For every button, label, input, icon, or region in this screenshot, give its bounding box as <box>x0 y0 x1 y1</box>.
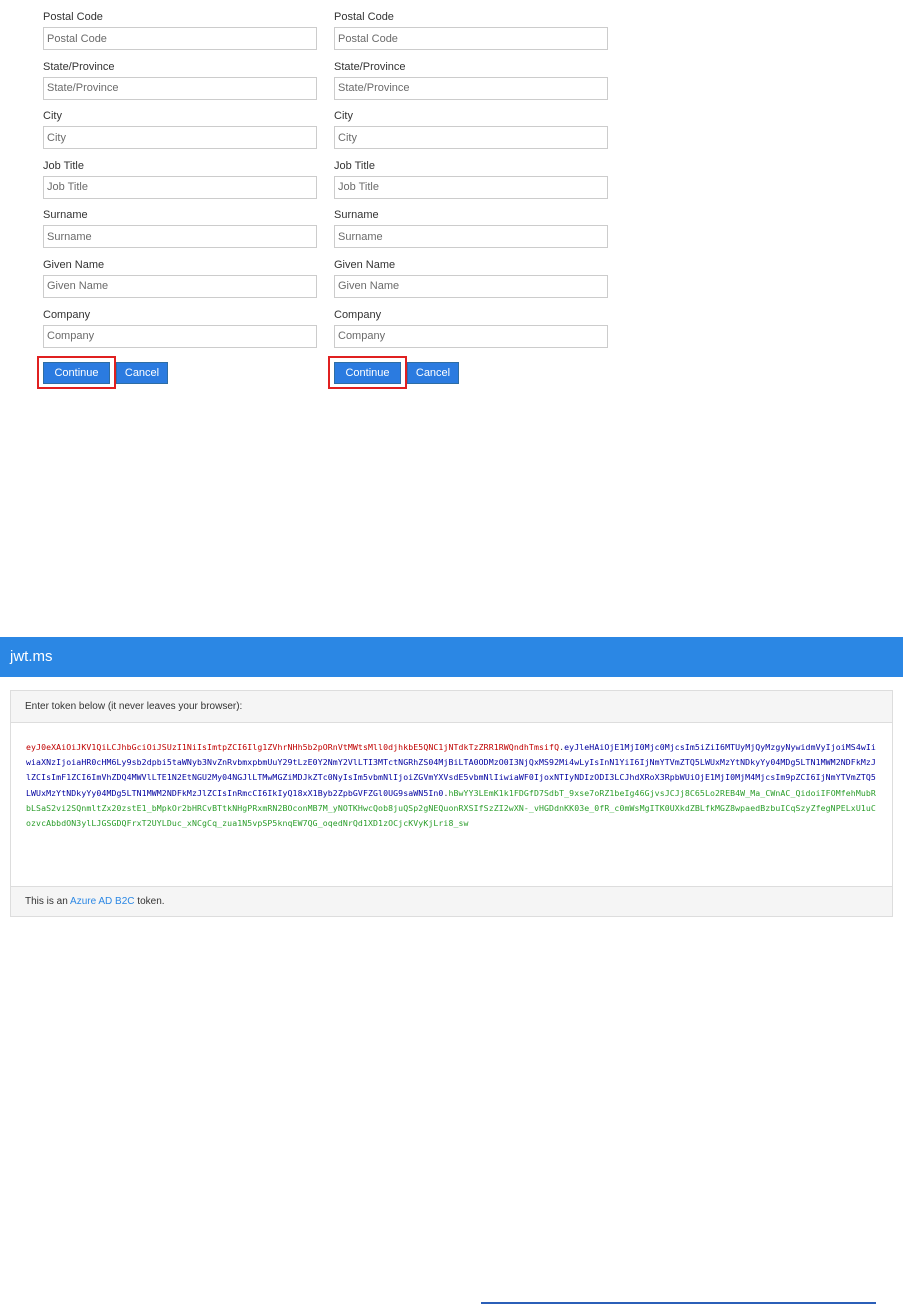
token-input[interactable]: eyJ0eXAiOiJKV1QiLCJhbGciOiJSUzI1NiIsImtp… <box>11 723 892 868</box>
given-name-field-group: Given Name <box>334 258 608 308</box>
given-name-label: Given Name <box>43 258 105 271</box>
surname-label: Surname <box>43 209 88 222</box>
continue-button[interactable]: Continue <box>43 362 110 384</box>
city-label: City <box>334 110 353 123</box>
surname-field-group: Surname <box>43 208 317 258</box>
state-province-label: State/Province <box>334 60 406 73</box>
postal-code-field-group: Postal Code <box>334 10 608 60</box>
company-input[interactable] <box>334 324 608 348</box>
city-label: City <box>43 110 62 123</box>
job-title-field-group: Job Title <box>334 159 608 209</box>
city-field-group: City <box>43 109 317 159</box>
given-name-label: Given Name <box>334 258 396 271</box>
job-title-label: Job Title <box>43 159 84 172</box>
job-title-label: Job Title <box>334 159 375 172</box>
state-province-label: State/Province <box>43 60 115 73</box>
postal-code-field-group: Postal Code <box>43 10 317 60</box>
token-type-footer: This is an Azure AD B2C token. <box>11 886 892 916</box>
surname-field-group: Surname <box>334 208 608 258</box>
footer-prefix: This is an <box>25 896 71 907</box>
given-name-input[interactable] <box>43 274 317 298</box>
city-field-group: City <box>334 109 608 159</box>
token-panel: Enter token below (it never leaves your … <box>10 690 893 917</box>
city-input[interactable] <box>334 126 608 150</box>
app-title[interactable]: jwt.ms <box>10 648 53 666</box>
given-name-input[interactable] <box>334 274 608 298</box>
state-province-input[interactable] <box>43 76 317 100</box>
bottom-divider <box>481 1302 876 1304</box>
job-title-input[interactable] <box>334 175 608 199</box>
surname-input[interactable] <box>334 225 608 249</box>
postal-code-label: Postal Code <box>334 11 394 23</box>
given-name-field-group: Given Name <box>43 258 317 308</box>
job-title-input[interactable] <box>43 175 317 199</box>
footer-suffix: token. <box>134 896 165 907</box>
token-header-segment: eyJ0eXAiOiJKV1QiLCJhbGciOiJSUzI1NiIsImtp… <box>26 742 560 752</box>
state-province-field-group: State/Province <box>334 60 608 110</box>
continue-button[interactable]: Continue <box>334 362 401 384</box>
azure-ad-b2c-link[interactable]: Azure AD B2C <box>70 896 134 907</box>
company-label: Company <box>334 308 382 321</box>
city-input[interactable] <box>43 126 317 150</box>
token-prompt: Enter token below (it never leaves your … <box>11 691 892 723</box>
signup-form-left: Postal Code State/Province City Job Titl… <box>43 10 317 357</box>
company-input[interactable] <box>43 324 317 348</box>
signup-form-right: Postal Code State/Province City Job Titl… <box>334 10 608 357</box>
job-title-field-group: Job Title <box>43 159 317 209</box>
cancel-button[interactable]: Cancel <box>116 362 168 384</box>
company-field-group: Company <box>43 308 317 358</box>
postal-code-input[interactable] <box>334 27 608 50</box>
state-province-field-group: State/Province <box>43 60 317 110</box>
company-field-group: Company <box>334 308 608 358</box>
jwt-app-header: jwt.ms <box>0 637 903 677</box>
cancel-button[interactable]: Cancel <box>407 362 459 384</box>
surname-label: Surname <box>334 209 379 222</box>
postal-code-label: Postal Code <box>43 11 103 23</box>
state-province-input[interactable] <box>334 76 608 100</box>
surname-input[interactable] <box>43 225 317 249</box>
company-label: Company <box>43 308 91 321</box>
postal-code-input[interactable] <box>43 27 317 50</box>
